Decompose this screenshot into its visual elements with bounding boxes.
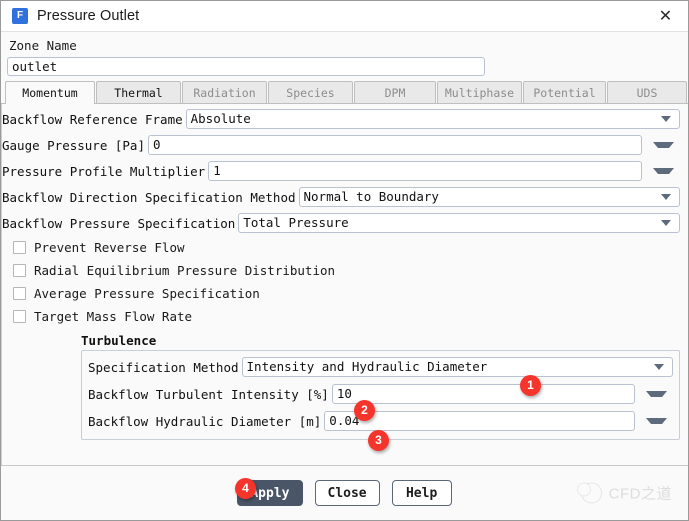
backflow-direction-specification-method-combobox[interactable]: Normal to Boundary xyxy=(298,187,680,207)
tab-label: UDS xyxy=(636,85,658,100)
close-icon[interactable]: ✕ xyxy=(643,1,688,31)
row-label: Backflow Direction Specification Method xyxy=(2,189,296,205)
page-title: Pressure Outlet xyxy=(37,8,140,24)
pressure-profile-multiplier-input[interactable]: 1 xyxy=(208,161,642,181)
checkbox-icon[interactable] xyxy=(13,309,26,323)
row-label: Gauge Pressure [Pa] xyxy=(2,137,145,153)
row-gauge-pressure: Gauge Pressure [Pa] 0 xyxy=(2,134,688,156)
field-value: 1 xyxy=(213,163,221,178)
annotation-marker-2: 2 xyxy=(354,400,375,421)
checkbox-average-pressure-specification[interactable]: Average Pressure Specification xyxy=(2,283,688,303)
watermark-text: CFD之道 xyxy=(608,485,672,503)
row-label: Backflow Reference Frame xyxy=(2,111,183,127)
row-label: Backflow Hydraulic Diameter [m] xyxy=(88,413,322,429)
annotation-marker-3: 3 xyxy=(368,430,389,451)
tab-bar: Momentum Thermal Radiation Species DPM M… xyxy=(1,81,688,104)
chevron-down-icon[interactable] xyxy=(653,168,674,174)
zone-name-label: Zone Name xyxy=(9,38,77,53)
row-label: Backflow Pressure Specification xyxy=(2,215,236,231)
checkbox-radial-equilibrium-pressure-distribution[interactable]: Radial Equilibrium Pressure Distribution xyxy=(2,260,688,280)
tab-multiphase[interactable]: Multiphase xyxy=(437,81,522,103)
checkbox-icon[interactable] xyxy=(13,263,26,277)
row-label: Pressure Profile Multiplier xyxy=(2,163,206,179)
tab-label: DPM xyxy=(384,85,406,100)
help-button[interactable]: Help xyxy=(391,480,452,506)
tab-label: Species xyxy=(286,85,335,100)
field-value: 10 xyxy=(336,386,352,401)
checkbox-label: Radial Equilibrium Pressure Distribution xyxy=(34,262,336,278)
turbulence-group-title: Turbulence xyxy=(81,333,157,348)
annotation-marker-4: 4 xyxy=(235,478,256,499)
row-label: Backflow Turbulent Intensity [%] xyxy=(88,386,329,402)
tab-potential[interactable]: Potential xyxy=(523,81,606,103)
field-value: Normal to Boundary xyxy=(303,189,439,204)
tab-species[interactable]: Species xyxy=(268,81,353,103)
tab-thermal[interactable]: Thermal xyxy=(96,81,181,103)
checkbox-label: Average Pressure Specification xyxy=(34,285,260,301)
checkbox-icon[interactable] xyxy=(13,240,26,254)
tab-label: Momentum xyxy=(22,86,78,100)
tab-label: Potential xyxy=(533,85,596,100)
chevron-down-icon[interactable] xyxy=(661,194,671,200)
row-pressure-profile-multiplier: Pressure Profile Multiplier 1 xyxy=(2,160,688,182)
fluent-f-icon: F xyxy=(12,8,28,24)
chevron-down-icon[interactable] xyxy=(653,142,674,148)
pressure-outlet-dialog: F Pressure Outlet ✕ Zone Name Momentum T… xyxy=(0,0,689,521)
chevron-down-icon[interactable] xyxy=(661,116,671,122)
turbulence-group: Specification Method Intensity and Hydra… xyxy=(81,350,680,440)
field-value: Total Pressure xyxy=(243,215,349,230)
row-turbulence-specification-method: Specification Method Intensity and Hydra… xyxy=(88,356,673,378)
field-value: Intensity and Hydraulic Diameter xyxy=(246,359,488,374)
tab-dpm[interactable]: DPM xyxy=(354,81,436,103)
tab-label: Thermal xyxy=(114,85,163,100)
close-button[interactable]: Close xyxy=(314,480,380,506)
tab-label: Radiation xyxy=(193,85,256,100)
backflow-reference-frame-combobox[interactable]: Absolute xyxy=(185,109,680,129)
chevron-down-icon[interactable] xyxy=(661,220,671,226)
chevron-down-icon[interactable] xyxy=(646,391,667,397)
checkbox-target-mass-flow-rate[interactable]: Target Mass Flow Rate xyxy=(2,306,688,326)
field-value: Absolute xyxy=(190,111,251,126)
chevron-down-icon[interactable] xyxy=(646,418,667,424)
turbulence-specification-method-combobox[interactable]: Intensity and Hydraulic Diameter xyxy=(241,357,673,377)
watermark: CFD之道 xyxy=(576,482,672,504)
dialog-footer: 4 Apply Close Help CFD之道 xyxy=(1,465,688,520)
zone-name-block: Zone Name xyxy=(1,32,688,76)
row-backflow-reference-frame: Backflow Reference Frame Absolute xyxy=(2,108,688,130)
backflow-turbulent-intensity-input[interactable]: 10 xyxy=(331,384,635,404)
tab-radiation[interactable]: Radiation xyxy=(182,81,267,103)
tab-uds[interactable]: UDS xyxy=(607,81,687,103)
tab-momentum[interactable]: Momentum xyxy=(5,81,95,104)
row-backflow-turbulent-intensity: Backflow Turbulent Intensity [%] 10 xyxy=(88,383,673,405)
row-label: Specification Method xyxy=(88,359,239,375)
row-backflow-direction-specification-method: Backflow Direction Specification Method … xyxy=(2,186,688,208)
momentum-panel: Backflow Reference Frame Absolute Gauge … xyxy=(1,104,688,465)
backflow-pressure-specification-combobox[interactable]: Total Pressure xyxy=(238,213,680,233)
checkbox-prevent-reverse-flow[interactable]: Prevent Reverse Flow xyxy=(2,237,688,257)
wechat-icon xyxy=(576,482,602,504)
field-value: 0 xyxy=(153,137,161,152)
tab-label: Multiphase xyxy=(444,85,515,100)
annotation-marker-1: 1 xyxy=(520,375,541,396)
row-backflow-pressure-specification: Backflow Pressure Specification Total Pr… xyxy=(2,212,688,234)
checkbox-label: Target Mass Flow Rate xyxy=(34,308,193,324)
chevron-down-icon[interactable] xyxy=(654,364,664,370)
row-backflow-hydraulic-diameter: Backflow Hydraulic Diameter [m] 0.04 xyxy=(88,410,673,432)
checkbox-icon[interactable] xyxy=(13,286,26,300)
zone-name-input[interactable] xyxy=(7,57,485,76)
title-bar: F Pressure Outlet ✕ xyxy=(1,1,688,32)
checkbox-label: Prevent Reverse Flow xyxy=(34,239,185,255)
gauge-pressure-input[interactable]: 0 xyxy=(148,135,642,155)
